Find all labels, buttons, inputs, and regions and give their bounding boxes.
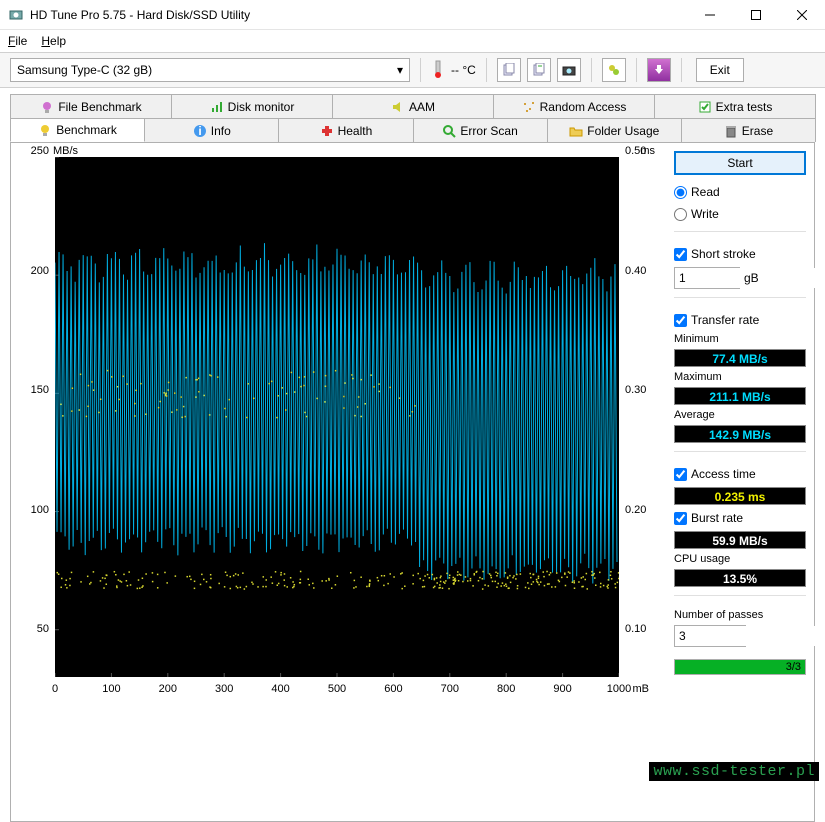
tab-file-benchmark[interactable]: File Benchmark <box>10 94 172 118</box>
health-icon <box>320 124 334 138</box>
start-button[interactable]: Start <box>674 151 806 175</box>
transfer-rate-checkbox[interactable] <box>674 314 687 327</box>
tab-info[interactable]: iInfo <box>144 118 279 142</box>
short-stroke-label: Short stroke <box>691 247 756 261</box>
bulb-icon <box>40 100 54 114</box>
exit-button[interactable]: Exit <box>696 58 744 82</box>
short-stroke-spinner[interactable]: ▲▼ <box>674 267 740 289</box>
minimum-label: Minimum <box>674 333 806 345</box>
average-value: 142.9 MB/s <box>674 425 806 443</box>
minimize-button[interactable] <box>687 0 733 30</box>
copy-text-button[interactable] <box>527 58 551 82</box>
average-label: Average <box>674 409 806 421</box>
progress-text: 3/3 <box>786 660 801 674</box>
maximum-value: 211.1 MB/s <box>674 387 806 405</box>
tab-benchmark[interactable]: Benchmark <box>10 118 145 142</box>
menu-file[interactable]: File <box>8 34 27 48</box>
x-axis: mB 01002003004005006007008009001000 <box>55 681 619 699</box>
minimum-value: 77.4 MB/s <box>674 349 806 367</box>
drive-select[interactable]: Samsung Type-C (32 gB) ▾ <box>10 58 410 82</box>
info-icon: i <box>193 124 207 138</box>
svg-text:i: i <box>198 124 201 138</box>
y-left-unit: MB/s <box>53 145 78 157</box>
screenshot-button[interactable] <box>557 58 581 82</box>
benchmark-panel: MB/s ms 50100150200250 0.100.200.300.400… <box>10 142 815 822</box>
cpu-usage-value: 13.5% <box>674 569 806 587</box>
chevron-down-icon: ▾ <box>391 59 409 81</box>
temperature-value: -- °C <box>451 63 476 77</box>
read-label: Read <box>691 185 720 199</box>
read-radio[interactable] <box>674 186 687 199</box>
write-label: Write <box>691 207 719 221</box>
short-stroke-unit: gB <box>744 271 759 285</box>
menu-help[interactable]: Help <box>41 34 66 48</box>
titlebar: HD Tune Pro 5.75 - Hard Disk/SSD Utility <box>0 0 825 30</box>
folder-icon <box>569 124 583 138</box>
save-button[interactable] <box>647 58 671 82</box>
cpu-usage-label: CPU usage <box>674 553 806 565</box>
options-button[interactable] <box>602 58 626 82</box>
burst-rate-checkbox[interactable] <box>674 512 687 525</box>
separator <box>681 58 682 82</box>
bulb-yellow-icon <box>38 123 52 137</box>
tab-extra-tests[interactable]: Extra tests <box>654 94 816 118</box>
x-unit: mB <box>633 683 650 695</box>
burst-rate-value: 59.9 MB/s <box>674 531 806 549</box>
tabs-row-1: File Benchmark Disk monitor AAM Random A… <box>10 94 815 118</box>
watermark: www.ssd-tester.pl <box>649 762 819 781</box>
separator <box>591 58 592 82</box>
access-time-value: 0.235 ms <box>674 487 806 505</box>
thermometer-icon <box>431 59 445 82</box>
short-stroke-checkbox[interactable] <box>674 248 687 261</box>
close-button[interactable] <box>779 0 825 30</box>
speaker-icon <box>391 100 405 114</box>
tabs-row-2: Benchmark iInfo Health Error Scan Folder… <box>10 118 815 142</box>
menubar: File Help <box>0 30 825 52</box>
passes-input[interactable] <box>675 626 825 646</box>
maximum-label: Maximum <box>674 371 806 383</box>
controls-panel: Start Read Write Short stroke ▲▼ gB Tran… <box>666 151 806 813</box>
drive-select-text: Samsung Type-C (32 gB) <box>17 63 152 77</box>
write-radio[interactable] <box>674 208 687 221</box>
burst-rate-label: Burst rate <box>691 511 743 525</box>
copy-info-button[interactable] <box>497 58 521 82</box>
trash-icon <box>724 124 738 138</box>
tab-aam[interactable]: AAM <box>332 94 494 118</box>
separator <box>486 58 487 82</box>
tab-random-access[interactable]: Random Access <box>493 94 655 118</box>
benchmark-plot <box>55 157 619 677</box>
dots-icon <box>522 100 536 114</box>
y-axis-left: 50100150200250 <box>25 151 53 677</box>
tab-folder-usage[interactable]: Folder Usage <box>547 118 682 142</box>
maximize-button[interactable] <box>733 0 779 30</box>
access-time-label: Access time <box>691 467 756 481</box>
separator <box>420 58 421 82</box>
passes-label: Number of passes <box>674 609 806 621</box>
progress-bar: 3/3 <box>674 659 806 675</box>
chart-area: MB/s ms 50100150200250 0.100.200.300.400… <box>19 151 666 813</box>
tab-erase[interactable]: Erase <box>681 118 816 142</box>
passes-spinner[interactable]: ▲▼ <box>674 625 746 647</box>
tests-icon <box>698 100 712 114</box>
tab-disk-monitor[interactable]: Disk monitor <box>171 94 333 118</box>
separator <box>636 58 637 82</box>
tab-error-scan[interactable]: Error Scan <box>413 118 548 142</box>
search-icon <box>442 124 456 138</box>
tab-health[interactable]: Health <box>278 118 413 142</box>
transfer-rate-label: Transfer rate <box>691 313 759 327</box>
access-time-checkbox[interactable] <box>674 468 687 481</box>
chart-icon <box>210 100 224 114</box>
app-icon <box>8 7 24 23</box>
y-axis-right: 0.100.200.300.400.50 <box>621 151 655 677</box>
toolbar: Samsung Type-C (32 gB) ▾ -- °C Exit <box>0 52 825 88</box>
window-title: HD Tune Pro 5.75 - Hard Disk/SSD Utility <box>30 8 687 22</box>
